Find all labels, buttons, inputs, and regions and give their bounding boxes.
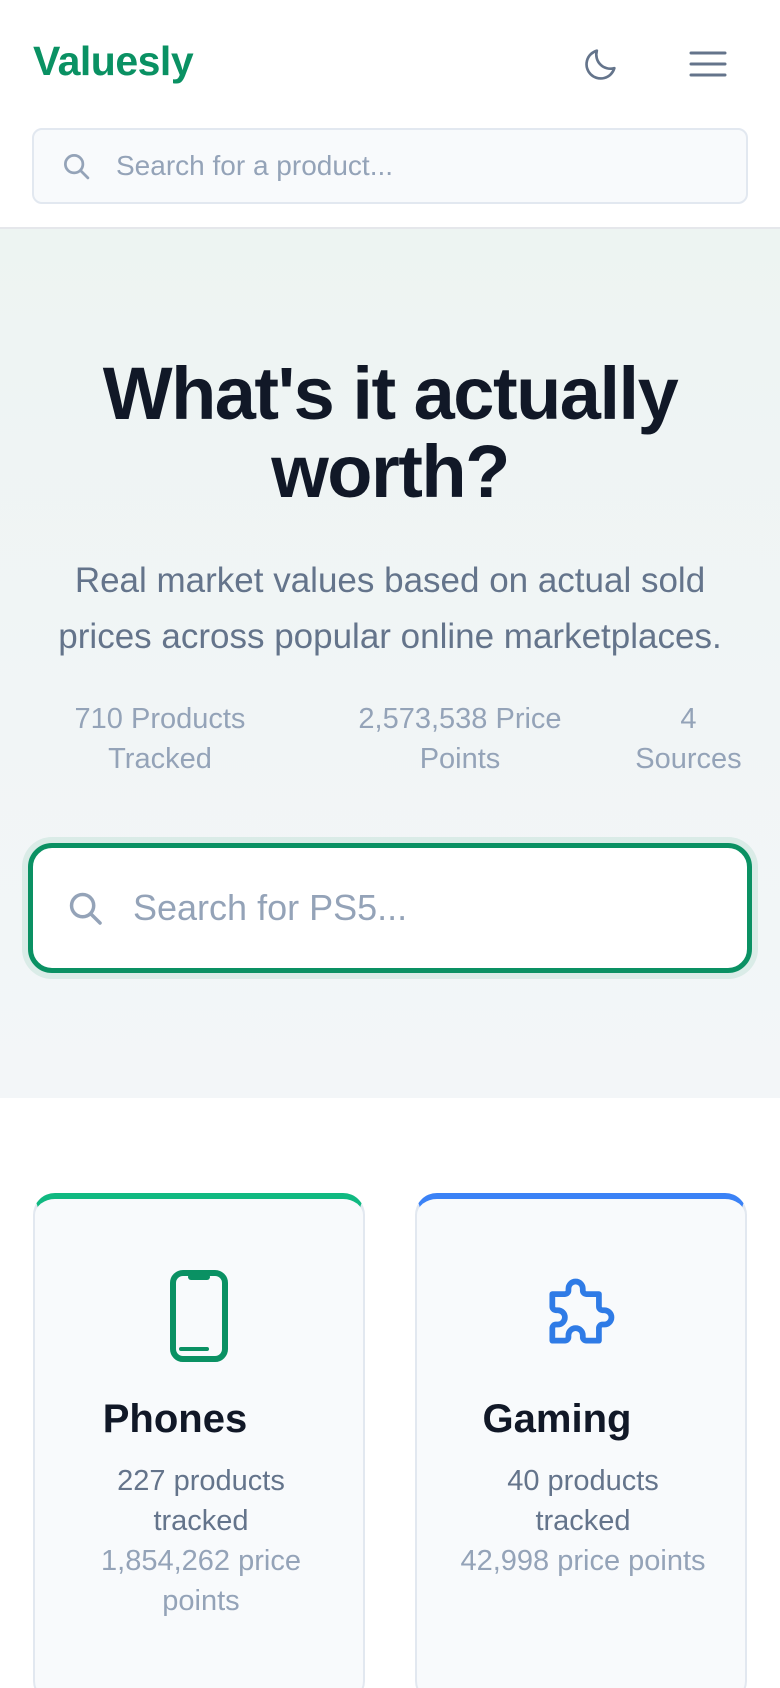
category-card-phones[interactable]: Phones 227 products tracked 1,854,262 pr…	[33, 1193, 365, 1688]
stat-price-points: 2,573,538 Price Points	[358, 703, 562, 775]
header-search-bar[interactable]	[32, 128, 748, 204]
stat-products-tracked: 710 Products Tracked	[74, 703, 246, 775]
category-products-count: 227 products tracked	[117, 1465, 285, 1537]
hero-section: What's it actually worth? Real market va…	[0, 229, 780, 1098]
search-icon	[65, 888, 105, 928]
hero-subtitle: Real market values based on actual sold …	[58, 561, 722, 656]
category-products-count: 40 products tracked	[507, 1465, 659, 1537]
puzzle-icon	[549, 1278, 615, 1344]
hero-search-bar[interactable]	[28, 843, 752, 973]
category-card-gaming[interactable]: Gaming 40 products tracked 42,998 price …	[415, 1193, 747, 1688]
category-price-points: 1,854,262 price points	[101, 1545, 301, 1617]
hero-search-input[interactable]	[133, 887, 693, 929]
header-search-input[interactable]	[116, 150, 696, 182]
phone-icon	[170, 1270, 228, 1362]
menu-button[interactable]	[678, 38, 738, 90]
logo[interactable]: Valuesly	[33, 38, 194, 85]
search-icon	[60, 150, 92, 182]
category-price-points: 42,998 price points	[460, 1545, 706, 1577]
category-title: Gaming	[482, 1397, 632, 1441]
site-header: Valuesly	[0, 0, 780, 229]
theme-toggle-button[interactable]	[571, 38, 631, 90]
hamburger-menu-icon	[689, 51, 727, 77]
category-title: Phones	[102, 1397, 248, 1441]
hero-title: What's it actually worth?	[102, 352, 679, 513]
stat-sources: 4 Sources	[635, 703, 742, 775]
moon-icon	[585, 49, 616, 80]
